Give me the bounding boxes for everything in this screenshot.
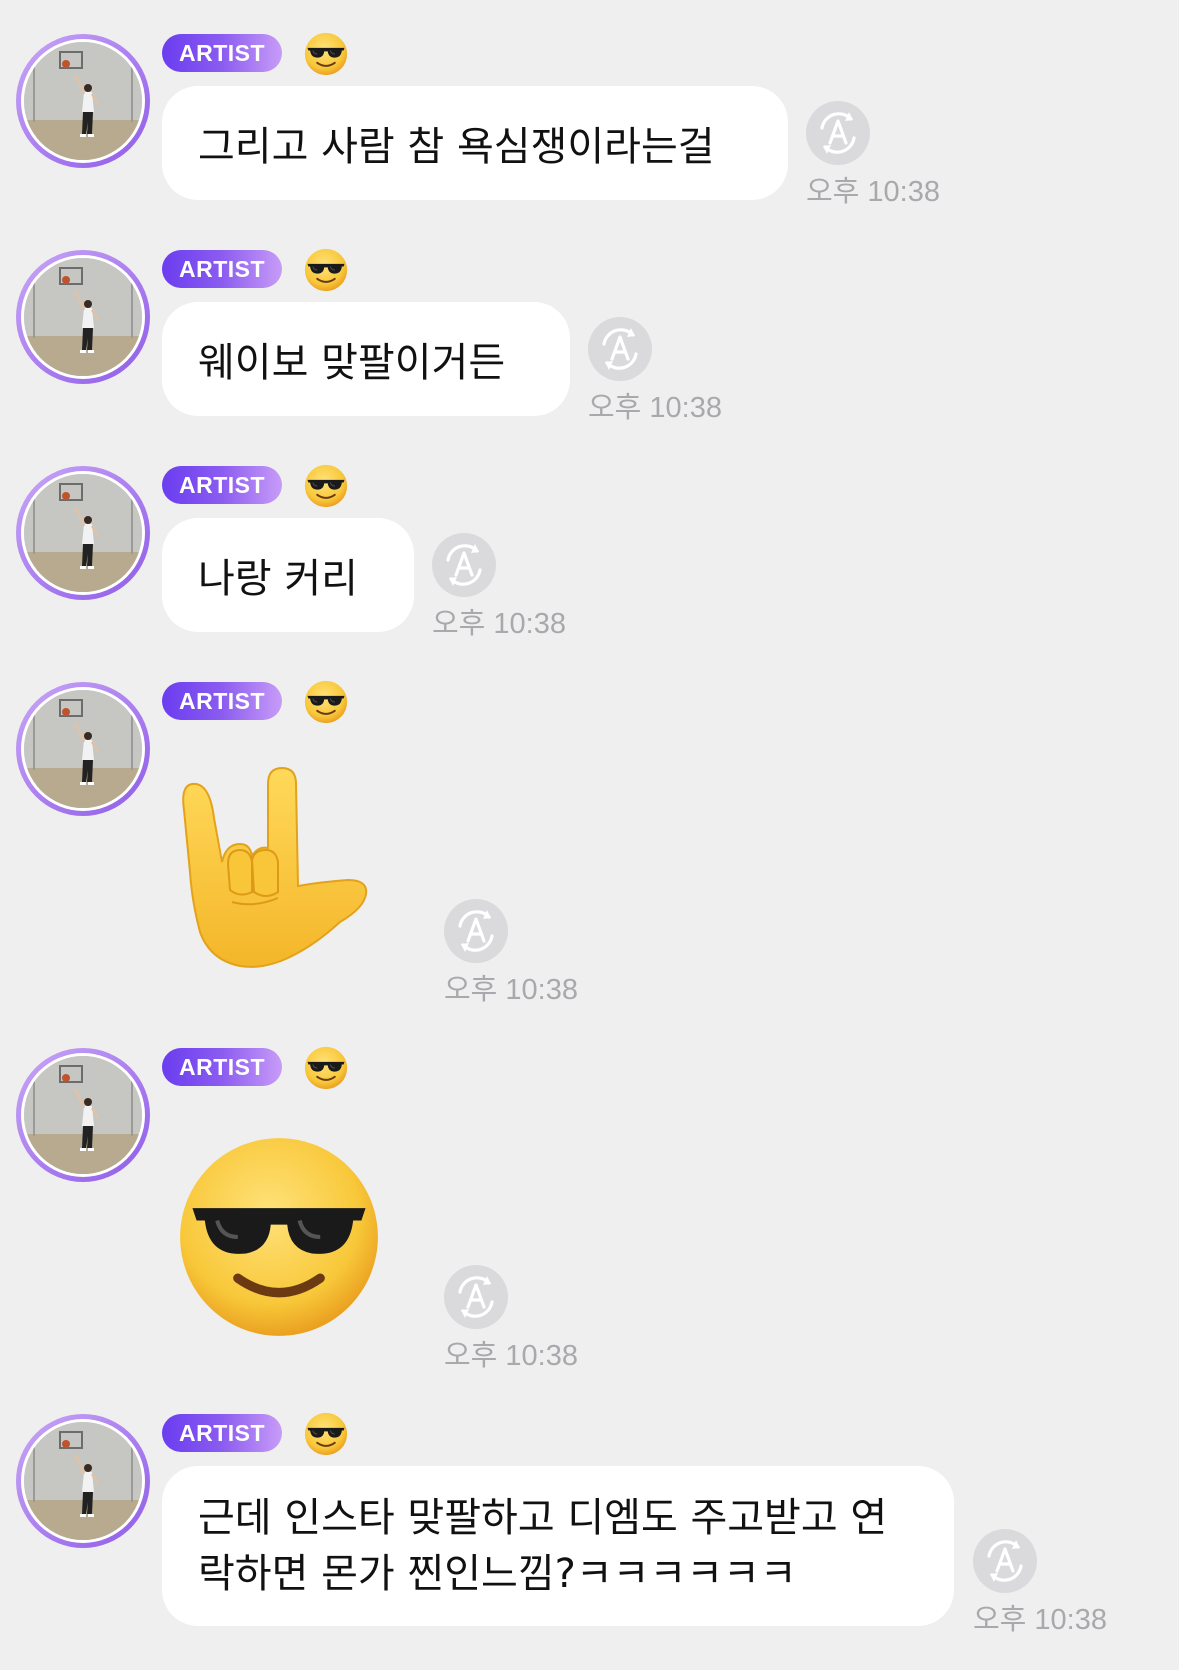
message-bubble[interactable]: 근데 인스타 맞팔하고 디엠도 주고받고 연락하면 몬가 찐인느낌?ㅋㅋㅋㅋㅋㅋ: [162, 1466, 954, 1626]
translate-icon[interactable]: [972, 1528, 1038, 1594]
message-bubble[interactable]: 웨이보 맞팔이거든: [162, 302, 570, 416]
artist-badge: ARTIST: [162, 1048, 282, 1086]
artist-avatar[interactable]: [16, 34, 150, 168]
smiling-face-with-sunglasses-emoji-icon[interactable]: [176, 1134, 382, 1340]
message-time: 오후 10:38: [444, 974, 578, 1006]
sunglasses-emoji-icon: [304, 464, 348, 508]
artist-avatar[interactable]: [16, 682, 150, 816]
sunglasses-emoji-icon: [304, 248, 348, 292]
artist-badge: ARTIST: [162, 250, 282, 288]
message-time: 오후 10:38: [432, 608, 566, 640]
translate-icon[interactable]: [443, 1264, 509, 1330]
message-bubble[interactable]: 나랑 커리: [162, 518, 414, 632]
message-time: 오후 10:38: [588, 392, 722, 424]
sunglasses-emoji-icon: [304, 680, 348, 724]
sunglasses-emoji-icon: [304, 32, 348, 76]
message-bubble[interactable]: 그리고 사람 참 욕심쟁이라는걸: [162, 86, 788, 200]
translate-icon[interactable]: [443, 898, 509, 964]
artist-badge: ARTIST: [162, 1414, 282, 1452]
artist-badge: ARTIST: [162, 466, 282, 504]
message-time: 오후 10:38: [973, 1604, 1107, 1636]
sunglasses-emoji-icon: [304, 1046, 348, 1090]
translate-icon[interactable]: [431, 532, 497, 598]
artist-badge: ARTIST: [162, 682, 282, 720]
message-time: 오후 10:38: [806, 176, 940, 208]
translate-icon[interactable]: [587, 316, 653, 382]
artist-avatar[interactable]: [16, 1414, 150, 1548]
artist-avatar[interactable]: [16, 250, 150, 384]
message-time: 오후 10:38: [444, 1340, 578, 1372]
translate-icon[interactable]: [805, 100, 871, 166]
love-you-gesture-emoji-icon[interactable]: [170, 762, 390, 982]
artist-badge: ARTIST: [162, 34, 282, 72]
sunglasses-emoji-icon: [304, 1412, 348, 1456]
artist-avatar[interactable]: [16, 466, 150, 600]
artist-avatar[interactable]: [16, 1048, 150, 1182]
